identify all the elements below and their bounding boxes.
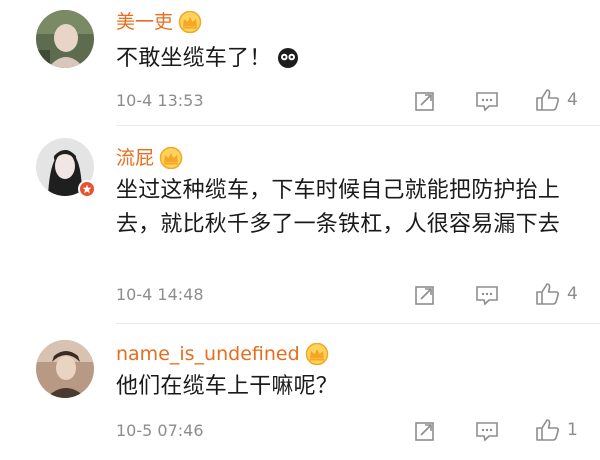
username-row: 美一吏 xyxy=(116,8,203,36)
timestamp: 10-4 14:48 xyxy=(116,285,204,304)
like-count: 4 xyxy=(567,284,578,304)
crown-icon xyxy=(305,343,328,365)
verified-badge-icon xyxy=(78,180,96,198)
like-count: 1 xyxy=(567,420,578,440)
comment-item: 流屁 坐过这种缆车，下车时候自己就能把防护抬上去，就比秋千多了一条铁杠，人很容易… xyxy=(0,126,600,322)
username-row: name_is_undefined xyxy=(116,340,330,368)
comment-item: name_is_undefined 他们在缆车上干嘛呢？ 10-5 07:46 … xyxy=(0,324,600,460)
comment-icon xyxy=(476,286,498,306)
comment-button[interactable] xyxy=(475,418,499,444)
comment-text: 他们在缆车上干嘛呢？ xyxy=(116,374,339,399)
comment-item: 美一吏 不敢坐缆车了！ 10-4 13:53 4 xyxy=(0,0,600,120)
comment-button[interactable] xyxy=(475,282,499,308)
like-button[interactable]: 4 xyxy=(535,281,578,307)
emoji-face-icon xyxy=(277,46,299,80)
repost-button[interactable] xyxy=(414,88,436,114)
repost-button[interactable] xyxy=(414,418,436,444)
like-button[interactable]: 4 xyxy=(535,87,578,113)
comment-text: 不敢坐缆车了！ xyxy=(116,42,586,80)
thumbs-up-icon xyxy=(536,283,560,305)
username-row: 流屁 xyxy=(116,144,184,172)
comment-button[interactable] xyxy=(475,88,499,114)
comment-icon xyxy=(476,92,498,112)
avatar[interactable] xyxy=(36,10,94,68)
thumbs-up-icon xyxy=(536,89,560,111)
like-button[interactable]: 1 xyxy=(535,417,578,443)
thumbs-up-icon xyxy=(536,419,560,441)
repost-icon xyxy=(415,422,434,441)
repost-button[interactable] xyxy=(414,282,436,308)
comment-icon xyxy=(476,422,498,442)
like-count: 4 xyxy=(567,90,578,110)
repost-icon xyxy=(415,286,434,305)
username[interactable]: 美一吏 xyxy=(116,10,173,34)
username[interactable]: 流屁 xyxy=(116,146,154,170)
comment-text: 坐过这种缆车，下车时候自己就能把防护抬上去，就比秋千多了一条铁杠，人很容易漏下去 xyxy=(116,178,561,237)
timestamp: 10-4 13:53 xyxy=(116,91,204,110)
username[interactable]: name_is_undefined xyxy=(116,342,300,366)
crown-icon xyxy=(159,147,183,169)
timestamp: 10-5 07:46 xyxy=(116,421,204,440)
repost-icon xyxy=(415,92,434,111)
avatar[interactable] xyxy=(36,340,94,398)
crown-icon xyxy=(178,11,202,33)
